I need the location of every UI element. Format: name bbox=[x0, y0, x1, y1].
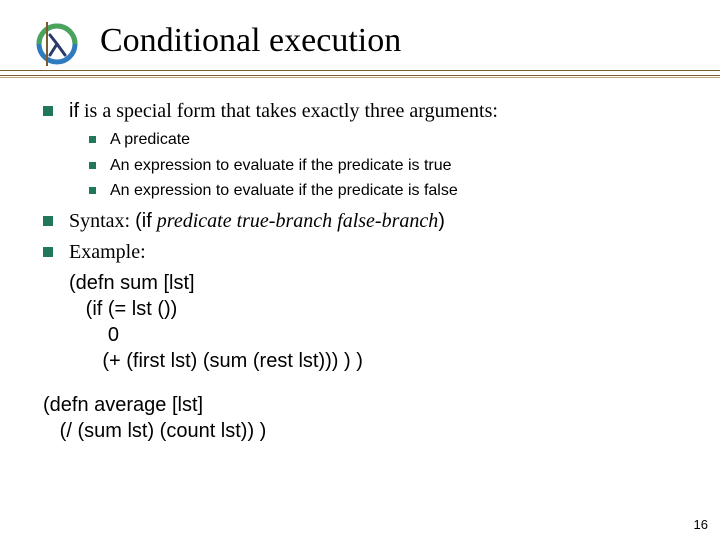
syntax-line: Syntax: (if predicate true-branch false-… bbox=[69, 208, 445, 235]
paren: ) bbox=[438, 210, 445, 232]
sub-text: An expression to evaluate if the predica… bbox=[110, 155, 452, 177]
square-bullet-icon bbox=[89, 136, 96, 143]
keyword-if: if bbox=[142, 210, 152, 232]
arg-true-branch: true-branch bbox=[237, 210, 333, 232]
syntax-label: Syntax: bbox=[69, 210, 135, 232]
slide-title: Conditional execution bbox=[100, 22, 401, 60]
code-sum: (defn sum [lst] (if (= lst ()) 0 (+ (fir… bbox=[69, 270, 683, 374]
sub-bullet-predicate: A predicate bbox=[89, 129, 683, 151]
square-bullet-icon bbox=[89, 187, 96, 194]
arg-predicate: predicate bbox=[157, 210, 232, 232]
title-underline bbox=[0, 70, 720, 76]
keyword-if: if bbox=[69, 100, 79, 122]
content-area: if is a special form that takes exactly … bbox=[43, 98, 683, 444]
sub-bullet-false: An expression to evaluate if the predica… bbox=[89, 180, 683, 202]
sub-bullet-true: An expression to evaluate if the predica… bbox=[89, 155, 683, 177]
example-label: Example: bbox=[69, 239, 146, 266]
lambda-logo-icon bbox=[35, 22, 79, 66]
square-bullet-icon bbox=[89, 162, 96, 169]
slide: Conditional execution if is a special fo… bbox=[0, 0, 720, 540]
bullet-syntax: Syntax: (if predicate true-branch false-… bbox=[43, 208, 683, 235]
page-number: 16 bbox=[694, 517, 708, 532]
sub-text: A predicate bbox=[110, 129, 190, 151]
square-bullet-icon bbox=[43, 106, 53, 116]
square-bullet-icon bbox=[43, 216, 53, 226]
bullet-example: Example: bbox=[43, 239, 683, 266]
square-bullet-icon bbox=[43, 247, 53, 257]
code-average: (defn average [lst] (/ (sum lst) (count … bbox=[43, 392, 683, 444]
text: is a special form that takes exactly thr… bbox=[79, 100, 498, 122]
paren: ( bbox=[135, 210, 142, 232]
sub-text: An expression to evaluate if the predica… bbox=[110, 180, 458, 202]
bullet-text: if is a special form that takes exactly … bbox=[69, 98, 498, 125]
arg-false-branch: false-branch bbox=[337, 210, 438, 232]
bullet-if-intro: if is a special form that takes exactly … bbox=[43, 98, 683, 125]
